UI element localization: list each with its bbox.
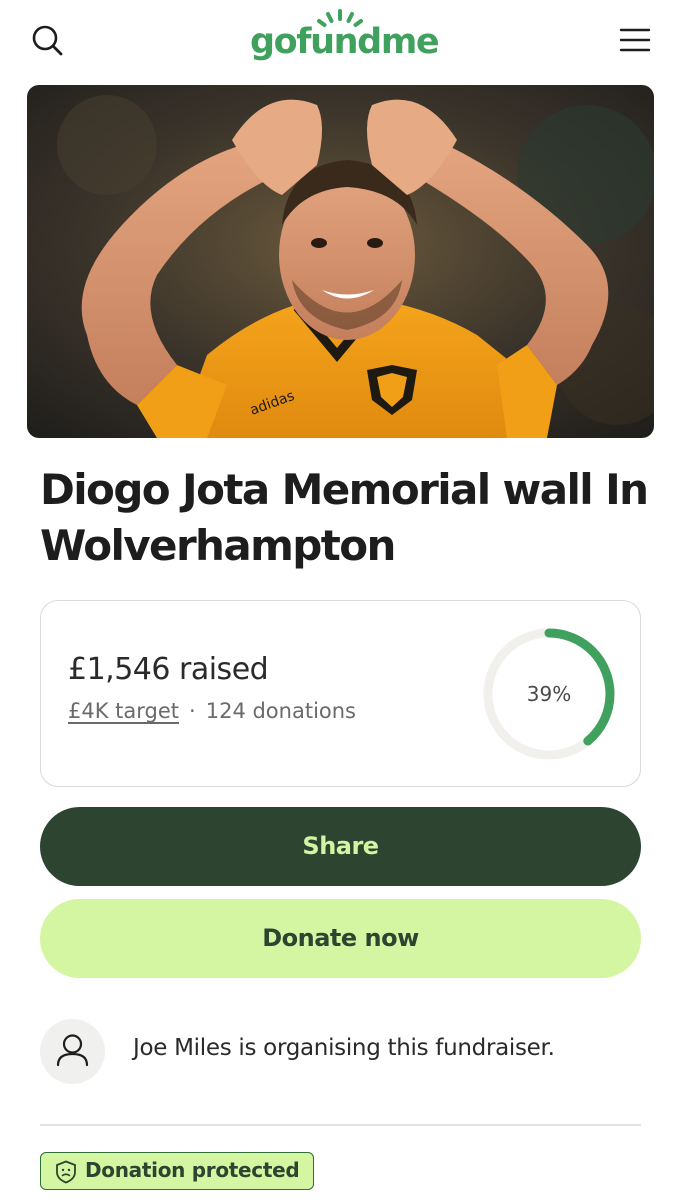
donation-count: 124 donations	[205, 699, 356, 723]
hero-photo: adidas	[27, 85, 654, 438]
progress-percent: 39%	[526, 682, 572, 706]
organiser-row[interactable]: Joe Miles is organising this fundraiser.	[40, 1019, 641, 1085]
avatar	[40, 1019, 105, 1084]
share-button[interactable]: Share	[40, 807, 641, 886]
shield-icon	[56, 1160, 76, 1184]
separator-dot: ·	[189, 699, 196, 723]
gofundme-logo[interactable]: gofundme	[250, 8, 440, 70]
hero-image[interactable]: adidas	[27, 85, 654, 438]
fundraiser-title: Diogo Jota Memorial wall In Wolverhampto…	[40, 465, 649, 570]
search-button[interactable]	[28, 22, 66, 60]
logo-wordmark: gofundme	[250, 22, 440, 62]
donation-protected-badge[interactable]: Donation protected	[40, 1152, 315, 1190]
target-link[interactable]: £4K target	[68, 699, 179, 723]
donate-now-button[interactable]: Donate now	[40, 899, 641, 978]
user-icon	[56, 1034, 89, 1067]
target-and-donations: £4K target · 124 donations	[68, 699, 356, 723]
amount-raised: £1,546 raised	[68, 652, 269, 687]
organiser-text: Joe Miles is organising this fundraiser.	[133, 1035, 555, 1061]
top-nav: gofundme	[0, 0, 681, 82]
menu-button[interactable]	[616, 22, 654, 58]
hamburger-menu-icon	[619, 28, 651, 52]
donation-protected-label: Donation protected	[85, 1158, 300, 1182]
divider	[40, 1124, 641, 1126]
fundraising-progress-card: £1,546 raised £4K target · 124 donations 3…	[40, 600, 641, 787]
progress-ring: 39%	[481, 626, 617, 762]
search-icon	[32, 25, 63, 56]
